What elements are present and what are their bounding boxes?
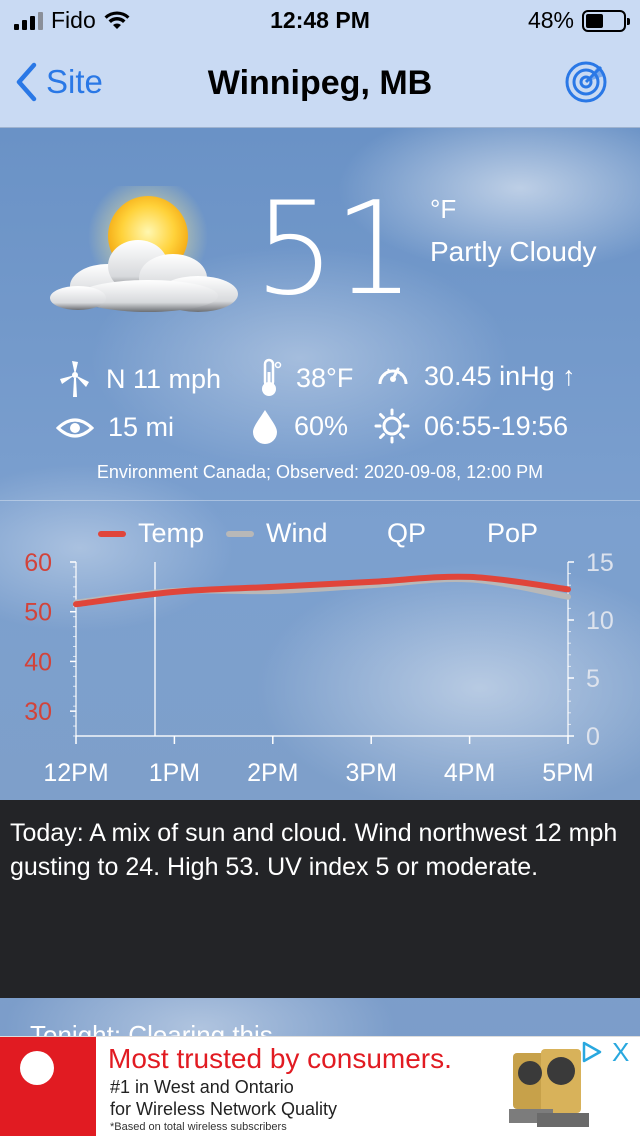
radar-icon[interactable] xyxy=(564,60,608,104)
y-right-tick-label: 15 xyxy=(586,549,614,577)
brand-logo xyxy=(0,1037,96,1136)
battery-icon xyxy=(582,9,630,32)
x-tick-label: 1PM xyxy=(149,759,200,787)
x-tick-label: 3PM xyxy=(345,759,396,787)
ad-headline: Most trusted by consumers. xyxy=(108,1043,452,1074)
ad-line-1: #1 in West and Ontario xyxy=(110,1077,294,1097)
ad-choices-icon[interactable] xyxy=(580,1041,602,1063)
current-temperature: 51 xyxy=(254,175,415,324)
ad-line-2: for Wireless Network Quality xyxy=(110,1099,338,1119)
wind-turbine-icon xyxy=(60,361,89,397)
wind-stat: N 11 mph xyxy=(58,360,221,398)
y-left-tick-label: 30 xyxy=(24,698,52,726)
legend-temp-swatch xyxy=(98,530,126,537)
sunrise-sunset-stat: 06:55-19:56 xyxy=(374,408,568,444)
y-left-tick-label: 40 xyxy=(24,648,52,676)
visibility-stat: 15 mi xyxy=(56,412,174,443)
humidity-value: 60% xyxy=(294,410,349,441)
humidity-stat: 60% xyxy=(250,408,348,444)
sun-icon xyxy=(374,408,410,444)
y-left-tick-label: 60 xyxy=(24,549,52,577)
ad-footnote: *Based on total wireless subscribers xyxy=(110,1121,287,1133)
dewpoint-value: 38°F xyxy=(296,362,354,393)
x-tick-label: 12PM xyxy=(43,759,108,787)
condition-text: Partly Cloudy xyxy=(430,236,597,267)
sun-times-value: 06:55-19:56 xyxy=(424,410,569,441)
pressure-value: 30.45 inHg ↑ xyxy=(424,360,576,391)
pressure-stat: 30.45 inHg ↑ xyxy=(376,360,576,392)
y-right-tick-label: 5 xyxy=(586,665,600,693)
gauge-icon xyxy=(378,367,408,385)
forecast-text: Today: A mix of sun and cloud. Wind nort… xyxy=(10,819,618,881)
x-tick-label: 2PM xyxy=(247,759,298,787)
navigation-bar: Site Winnipeg, MB xyxy=(0,40,640,128)
eye-icon xyxy=(56,418,94,437)
divider xyxy=(0,500,640,501)
thermometer-icon xyxy=(262,358,282,396)
wind-value: N 11 mph xyxy=(106,363,222,394)
water-drop-icon xyxy=(253,410,277,444)
partly-cloudy-icon xyxy=(50,186,238,312)
status-bar: Fido 12:48 PM 48% xyxy=(0,0,640,40)
y-right-tick-label: 10 xyxy=(586,607,614,635)
hourly-chart[interactable]: 6050403015105012PM 1PM 2PM 3PM 4PM 5PM xyxy=(0,540,640,800)
y-right-tick-label: 0 xyxy=(586,723,600,751)
close-icon[interactable]: X xyxy=(612,1039,629,1065)
temperature-unit: °F xyxy=(430,194,457,224)
page-title: Winnipeg, MB xyxy=(207,64,433,102)
observation-source: Environment Canada; Observed: 2020-09-08… xyxy=(96,462,544,482)
x-tick-label: 5PM xyxy=(542,759,593,787)
dewpoint-stat: 38°F xyxy=(258,358,353,398)
x-tick-label: 4PM xyxy=(444,759,495,787)
battery-percent: 48% xyxy=(527,7,574,33)
ad-banner[interactable]: Most trusted by consumers. #1 in West an… xyxy=(0,1036,640,1136)
legend-wind-swatch xyxy=(226,530,254,537)
forecast-panel: Today: A mix of sun and cloud. Wind nort… xyxy=(0,800,640,998)
y-left-tick-label: 50 xyxy=(24,599,52,627)
visibility-value: 15 mi xyxy=(108,412,175,442)
